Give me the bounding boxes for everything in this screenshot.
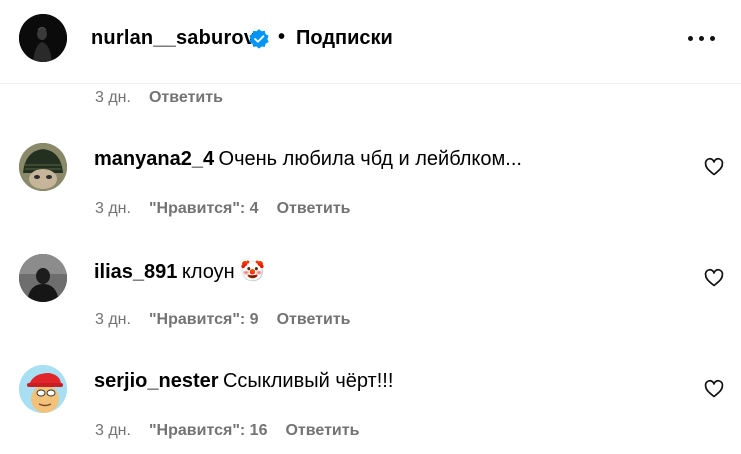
comment-text: клоун 🤡: [181, 261, 266, 283]
comment-text: Ссыкливый чёрт!!!: [222, 370, 394, 392]
likes-count[interactable]: "Нравится": 4: [149, 200, 259, 217]
reply-button[interactable]: Ответить: [285, 422, 359, 439]
likes-count[interactable]: "Нравится": 9: [149, 311, 259, 328]
separator-dot: •: [278, 26, 286, 48]
like-heart-icon[interactable]: [704, 157, 724, 177]
comment-body: ilias_891 клоун 🤡: [94, 259, 265, 284]
commenter-avatar[interactable]: [19, 143, 67, 191]
like-heart-icon[interactable]: [704, 379, 724, 399]
comment-time: 3 дн.: [95, 422, 131, 439]
comment-meta: 3 дн. "Нравится": 16 Ответить: [95, 422, 359, 440]
comment-body: serjio_nester Ссыкливый чёрт!!!: [94, 370, 393, 393]
author-avatar[interactable]: [19, 14, 67, 62]
verified-badge-icon: [249, 29, 269, 49]
comment-time: 3 дн.: [95, 89, 131, 106]
comment-body: manyana2_4 Очень любила чбд и лейблком..…: [94, 148, 522, 171]
likes-count[interactable]: "Нравится": 16: [149, 422, 268, 439]
reply-button[interactable]: Ответить: [149, 89, 223, 106]
author-username[interactable]: nurlan__saburov: [91, 27, 255, 50]
like-heart-icon[interactable]: [704, 268, 724, 288]
commenter-username[interactable]: serjio_nester: [94, 370, 219, 392]
comment-time: 3 дн.: [95, 311, 131, 328]
commenter-username[interactable]: manyana2_4: [94, 148, 214, 170]
comment-meta: 3 дн. Ответить: [95, 89, 223, 107]
post-header: nurlan__saburov • Подписки: [0, 0, 741, 84]
commenter-avatar[interactable]: [19, 365, 67, 413]
reply-button[interactable]: Ответить: [277, 311, 351, 328]
commenter-username[interactable]: ilias_891: [94, 261, 177, 283]
commenter-avatar[interactable]: [19, 254, 67, 302]
comment-time: 3 дн.: [95, 200, 131, 217]
comment-meta: 3 дн. "Нравится": 4 Ответить: [95, 200, 351, 218]
comment-meta: 3 дн. "Нравится": 9 Ответить: [95, 311, 351, 329]
comment-text: Очень любила чбд и лейблком...: [218, 148, 522, 170]
following-button[interactable]: Подписки: [296, 27, 393, 50]
more-options-icon[interactable]: [688, 36, 716, 44]
reply-button[interactable]: Ответить: [277, 200, 351, 217]
